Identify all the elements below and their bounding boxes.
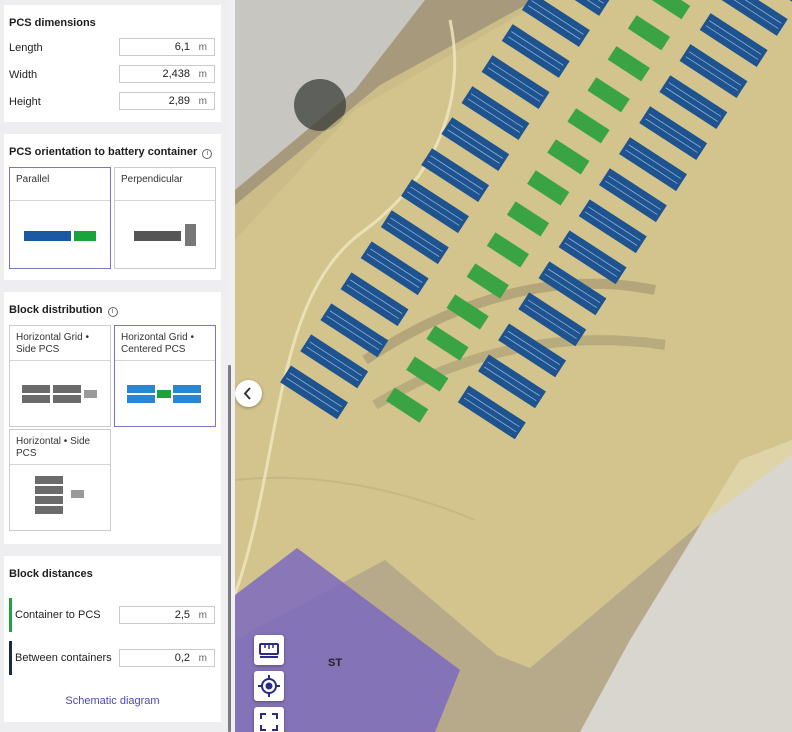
container-block — [53, 395, 81, 403]
width-label: Width — [9, 69, 38, 81]
orientation-option-perpendicular[interactable]: Perpendicular — [114, 167, 216, 269]
container-block — [35, 506, 63, 514]
settings-sidebar: PCS dimensions Length 6,1 m Width 2,438 … — [0, 0, 228, 732]
locate-icon — [258, 675, 280, 697]
length-label: Length — [9, 42, 43, 54]
chevron-left-icon — [243, 387, 251, 400]
width-unit: m — [198, 69, 207, 80]
container-to-pcs-value: 2,5 — [174, 609, 190, 621]
locate-button[interactable] — [254, 671, 284, 701]
between-containers-value: 0,2 — [174, 652, 190, 664]
length-input[interactable]: 6,1 m — [119, 38, 215, 56]
length-unit: m — [198, 42, 207, 53]
pcs-block — [71, 490, 84, 498]
pcs-block — [185, 224, 196, 246]
grid-centered-pcs-diagram — [127, 385, 201, 403]
fullscreen-button[interactable] — [254, 707, 284, 732]
fullscreen-icon — [260, 713, 278, 731]
container-to-pcs-unit: m — [198, 610, 207, 621]
length-value: 6,1 — [174, 41, 190, 53]
width-value: 2,438 — [162, 68, 190, 80]
pcs-block — [84, 390, 97, 398]
pcs-orientation-card: PCS orientation to battery container i Pa… — [4, 134, 221, 280]
block-distribution-card: Block distribution i Horizontal Grid • Si… — [4, 292, 221, 544]
pcs-dimensions-card: PCS dimensions Length 6,1 m Width 2,438 … — [4, 5, 221, 122]
pcs-orientation-title: PCS orientation to battery container i — [9, 146, 213, 159]
block-distribution-title-text: Block distribution — [9, 304, 103, 316]
container-block — [35, 496, 63, 504]
distribution-option-label: Horizontal • Side PCS — [16, 436, 91, 459]
width-input[interactable]: 2,438 m — [119, 65, 215, 83]
container-to-pcs-accent — [9, 598, 12, 632]
container-block — [53, 385, 81, 393]
height-unit: m — [198, 96, 207, 107]
between-containers-unit: m — [198, 653, 207, 664]
map-view[interactable]: ST — [235, 0, 792, 732]
measure-button[interactable] — [254, 635, 284, 665]
height-value: 2,89 — [168, 95, 190, 107]
distribution-option-label: Horizontal Grid • Side PCS — [16, 332, 89, 355]
distribution-option-grid-side-pcs[interactable]: Horizontal Grid • Side PCS — [9, 325, 111, 427]
block-distances-card: Block distances Container to PCS 2,5 m B… — [4, 556, 221, 722]
info-icon[interactable]: i — [107, 307, 118, 317]
container-block — [22, 395, 50, 403]
orientation-option-label: Parallel — [16, 174, 50, 185]
schematic-diagram-link[interactable]: Schematic diagram — [4, 695, 221, 707]
block-distribution-title: Block distribution i — [9, 304, 118, 317]
container-to-pcs-input[interactable]: 2,5 m — [119, 606, 215, 624]
container-block — [173, 385, 201, 393]
orientation-option-label: Perpendicular — [121, 174, 183, 185]
parallel-diagram — [24, 231, 96, 241]
ruler-icon — [259, 643, 279, 658]
collapse-sidebar-button[interactable] — [235, 380, 262, 407]
container-block — [127, 395, 155, 403]
between-containers-input[interactable]: 0,2 m — [119, 649, 215, 667]
pcs-dimensions-title: PCS dimensions — [9, 17, 96, 29]
container-block — [35, 486, 63, 494]
info-icon[interactable]: i — [202, 149, 213, 159]
height-input[interactable]: 2,89 m — [119, 92, 215, 110]
perpendicular-diagram — [134, 224, 196, 246]
sidebar-scrollbar[interactable] — [228, 365, 231, 732]
container-block — [35, 476, 63, 484]
pcs-orientation-title-text: PCS orientation to battery container — [9, 146, 198, 158]
block-distances-title: Block distances — [9, 568, 93, 580]
side-pcs-diagram — [35, 476, 84, 514]
distribution-option-grid-centered-pcs[interactable]: Horizontal Grid • Centered PCS — [114, 325, 216, 427]
container-block — [24, 231, 71, 241]
distribution-option-side-pcs[interactable]: Horizontal • Side PCS — [9, 429, 111, 531]
st-area-label: ST — [328, 657, 343, 669]
container-block — [173, 395, 201, 403]
container-block — [134, 231, 181, 241]
orientation-option-parallel[interactable]: Parallel — [9, 167, 111, 269]
grid-side-pcs-diagram — [22, 385, 97, 403]
between-containers-accent — [9, 641, 12, 675]
between-containers-label: Between containers — [15, 652, 112, 664]
satellite-map — [235, 0, 792, 732]
container-block — [127, 385, 155, 393]
container-to-pcs-label: Container to PCS — [15, 609, 101, 621]
pcs-block — [74, 231, 96, 241]
pcs-block — [157, 390, 171, 398]
distribution-option-label: Horizontal Grid • Centered PCS — [121, 332, 194, 355]
height-label: Height — [9, 96, 41, 108]
container-block — [22, 385, 50, 393]
